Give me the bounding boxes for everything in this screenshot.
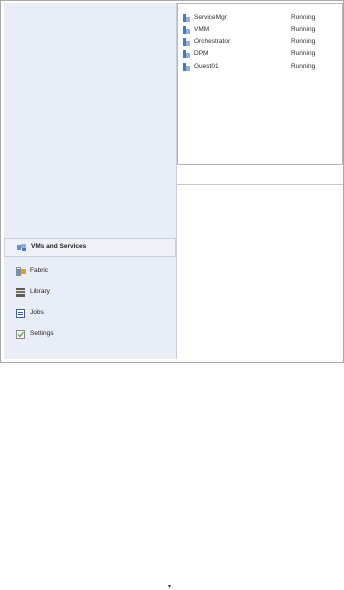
- settings-icon: [16, 330, 25, 339]
- vms-and-services-icon: [17, 244, 26, 251]
- nav-item-label: Fabric: [30, 267, 49, 274]
- table-row[interactable]: ServiceMgr Running: [178, 12, 342, 23]
- virtual-machine-icon: [183, 63, 190, 71]
- chevron-down-icon[interactable]: ▾: [168, 583, 171, 590]
- table-row[interactable]: DPM Running: [178, 48, 342, 59]
- table-row[interactable]: Orchestrator Running: [178, 36, 342, 47]
- virtual-machine-icon: [183, 26, 190, 34]
- fabric-icon: [16, 267, 26, 276]
- vm-name: ServiceMgr: [194, 14, 227, 21]
- jobs-icon: [16, 309, 25, 318]
- vm-status: Running: [291, 63, 316, 70]
- vm-name: VMM: [194, 26, 210, 33]
- virtual-machine-icon: [183, 38, 190, 46]
- nav-item-library[interactable]: Library: [4, 284, 174, 301]
- nav-item-settings[interactable]: Settings: [4, 326, 174, 343]
- virtual-machine-icon: [183, 14, 190, 22]
- table-row[interactable]: Guest01 Running: [178, 61, 342, 72]
- vm-name: Orchestrator: [194, 38, 231, 45]
- library-icon: [16, 288, 25, 297]
- nav-item-label: Jobs: [30, 309, 44, 316]
- vm-status: Running: [291, 50, 316, 57]
- details-pane: [177, 185, 343, 361]
- nav-item-label: Settings: [30, 330, 54, 337]
- console-window: VMs and Services Fabric Library Jobs Set…: [0, 0, 344, 590]
- nav-item-label: VMs and Services: [31, 243, 87, 250]
- vm-name: Guest01: [194, 63, 219, 70]
- vm-status: Running: [291, 26, 316, 33]
- navigation-pane: VMs and Services Fabric Library Jobs Set…: [4, 3, 177, 590]
- nav-item-fabric[interactable]: Fabric: [4, 263, 174, 280]
- nav-item-label: Library: [30, 288, 50, 295]
- virtual-machine-icon: [183, 50, 190, 58]
- table-row[interactable]: VMM Running: [178, 24, 342, 35]
- workspace-switcher: VMs and Services Fabric Library Jobs Set…: [4, 234, 176, 590]
- vm-name: DPM: [194, 50, 209, 57]
- nav-item-jobs[interactable]: Jobs: [4, 305, 174, 322]
- vm-list: ServiceMgr Running VMM Running Orchestra…: [177, 3, 343, 165]
- vm-status: Running: [291, 38, 316, 45]
- nav-item-vms-and-services[interactable]: VMs and Services: [4, 238, 176, 257]
- vm-status: Running: [291, 14, 316, 21]
